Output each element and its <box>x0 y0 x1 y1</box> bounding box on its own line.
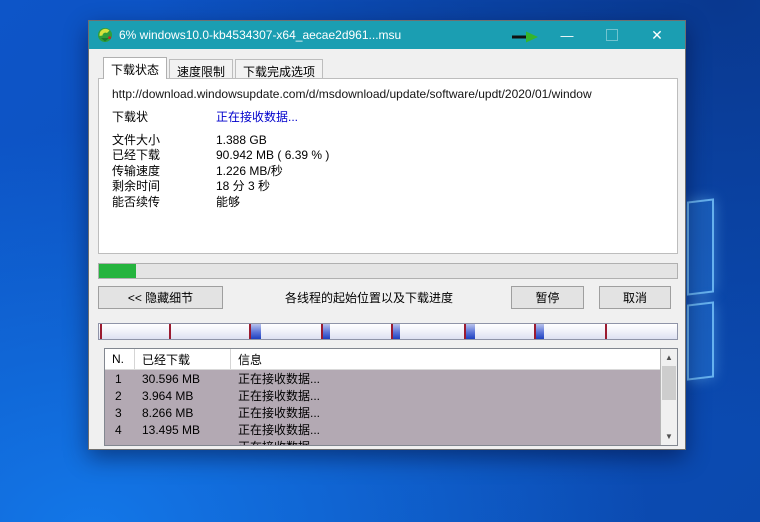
info-row: 下载状正在接收数据... <box>112 110 677 126</box>
table-row[interactable]: 38.266 MB正在接收数据... <box>105 404 677 421</box>
info-row: 剩余时间18 分 3 秒 <box>112 179 677 195</box>
cell-message: 正在接收数据... <box>231 438 677 446</box>
wallpaper-logo-pane <box>687 301 714 380</box>
threads-table-body: 130.596 MB正在接收数据...23.964 MB正在接收数据...38.… <box>105 370 677 446</box>
cell-message: 正在接收数据... <box>231 387 677 404</box>
cell-thread-number: 2 <box>105 389 135 403</box>
cell-downloaded: 8.266 MB <box>135 406 231 420</box>
thread-start-marker <box>391 324 393 339</box>
table-row[interactable]: 130.596 MB正在接收数据... <box>105 370 677 387</box>
cell-message: 正在接收数据... <box>231 404 677 421</box>
info-row: 文件大小1.388 GB <box>112 133 677 149</box>
cell-thread-number: 1 <box>105 372 135 386</box>
threads-table: N. 已经下载 信息 130.596 MB正在接收数据...23.964 MB正… <box>104 348 678 446</box>
idm-download-window: 6% windows10.0-kb4534307-x64_aecae2d961.… <box>88 20 686 450</box>
download-info-list: 下载状正在接收数据...文件大小1.388 GB已经下载90.942 MB ( … <box>99 110 677 211</box>
info-label: 剩余时间 <box>112 179 216 195</box>
app-icon <box>97 27 113 43</box>
thread-start-marker <box>169 324 171 339</box>
cell-thread-number: 3 <box>105 406 135 420</box>
cell-thread-number: 4 <box>105 423 135 437</box>
scrollbar-thumb[interactable] <box>662 366 676 400</box>
pause-button[interactable]: 暂停 <box>511 286 584 309</box>
wallpaper-logo-pane <box>687 198 714 295</box>
info-row: 能否续传能够 <box>112 195 677 211</box>
info-row: 已经下载90.942 MB ( 6.39 % ) <box>112 148 677 164</box>
thread-start-marker <box>249 324 251 339</box>
col-header-n[interactable]: N. <box>105 349 135 369</box>
cell-message: 正在接收数据... <box>231 370 677 387</box>
thread-start-marker <box>100 324 102 339</box>
threads-caption: 各线程的起始位置以及下载进度 <box>274 289 464 306</box>
tab-strip: 下载状态 速度限制 下载完成选项 <box>103 58 325 79</box>
info-value: 1.226 MB/秒 <box>216 164 283 180</box>
minimize-button[interactable]: — <box>547 21 587 49</box>
table-row[interactable]: 正在接收数据... <box>105 438 677 446</box>
overall-progress-fill <box>99 264 136 278</box>
info-value: 正在接收数据... <box>216 110 298 126</box>
tab-complete-options[interactable]: 下载完成选项 <box>235 59 323 79</box>
window-title: 6% windows10.0-kb4534307-x64_aecae2d961.… <box>119 28 401 42</box>
threads-table-header: N. 已经下载 信息 <box>105 349 677 370</box>
info-label: 传输速度 <box>112 164 216 180</box>
thread-progress-bar <box>98 323 678 340</box>
tab-speed-limit[interactable]: 速度限制 <box>169 59 233 79</box>
info-label: 文件大小 <box>112 133 216 149</box>
scroll-up-icon[interactable]: ▲ <box>661 349 677 366</box>
thread-start-marker <box>605 324 607 339</box>
thread-start-marker <box>534 324 536 339</box>
cell-downloaded: 13.495 MB <box>135 423 231 437</box>
maximize-button[interactable] <box>592 21 632 49</box>
info-value: 能够 <box>216 195 240 211</box>
thread-start-marker <box>464 324 466 339</box>
info-label: 已经下载 <box>112 148 216 164</box>
table-row[interactable]: 413.495 MB正在接收数据... <box>105 421 677 438</box>
cancel-button[interactable]: 取消 <box>599 286 671 309</box>
tab-download-status[interactable]: 下载状态 <box>103 57 167 79</box>
cell-downloaded: 30.596 MB <box>135 372 231 386</box>
cell-message: 正在接收数据... <box>231 421 677 438</box>
col-header-info[interactable]: 信息 <box>231 349 677 369</box>
scroll-down-icon[interactable]: ▼ <box>661 428 677 445</box>
download-url: http://download.windowsupdate.com/d/msdo… <box>99 79 677 101</box>
info-value: 18 分 3 秒 <box>216 179 270 195</box>
info-label: 能否续传 <box>112 195 216 211</box>
thread-start-marker <box>321 324 323 339</box>
info-row: 传输速度1.226 MB/秒 <box>112 164 677 180</box>
info-value: 90.942 MB ( 6.39 % ) <box>216 148 329 164</box>
cell-downloaded: 3.964 MB <box>135 389 231 403</box>
maximize-icon <box>606 29 618 41</box>
col-header-downloaded[interactable]: 已经下载 <box>135 349 231 369</box>
vertical-scrollbar[interactable]: ▲ ▼ <box>660 349 677 445</box>
table-row[interactable]: 23.964 MB正在接收数据... <box>105 387 677 404</box>
hide-details-button[interactable]: << 隐藏细节 <box>98 286 223 309</box>
close-button[interactable]: ✕ <box>637 21 677 49</box>
info-value: 1.388 GB <box>216 133 267 149</box>
download-status-panel: http://download.windowsupdate.com/d/msdo… <box>98 78 678 254</box>
overall-progress-bar <box>98 263 678 279</box>
info-label: 下载状 <box>112 110 216 126</box>
download-activity-arrow-icon <box>512 30 538 42</box>
